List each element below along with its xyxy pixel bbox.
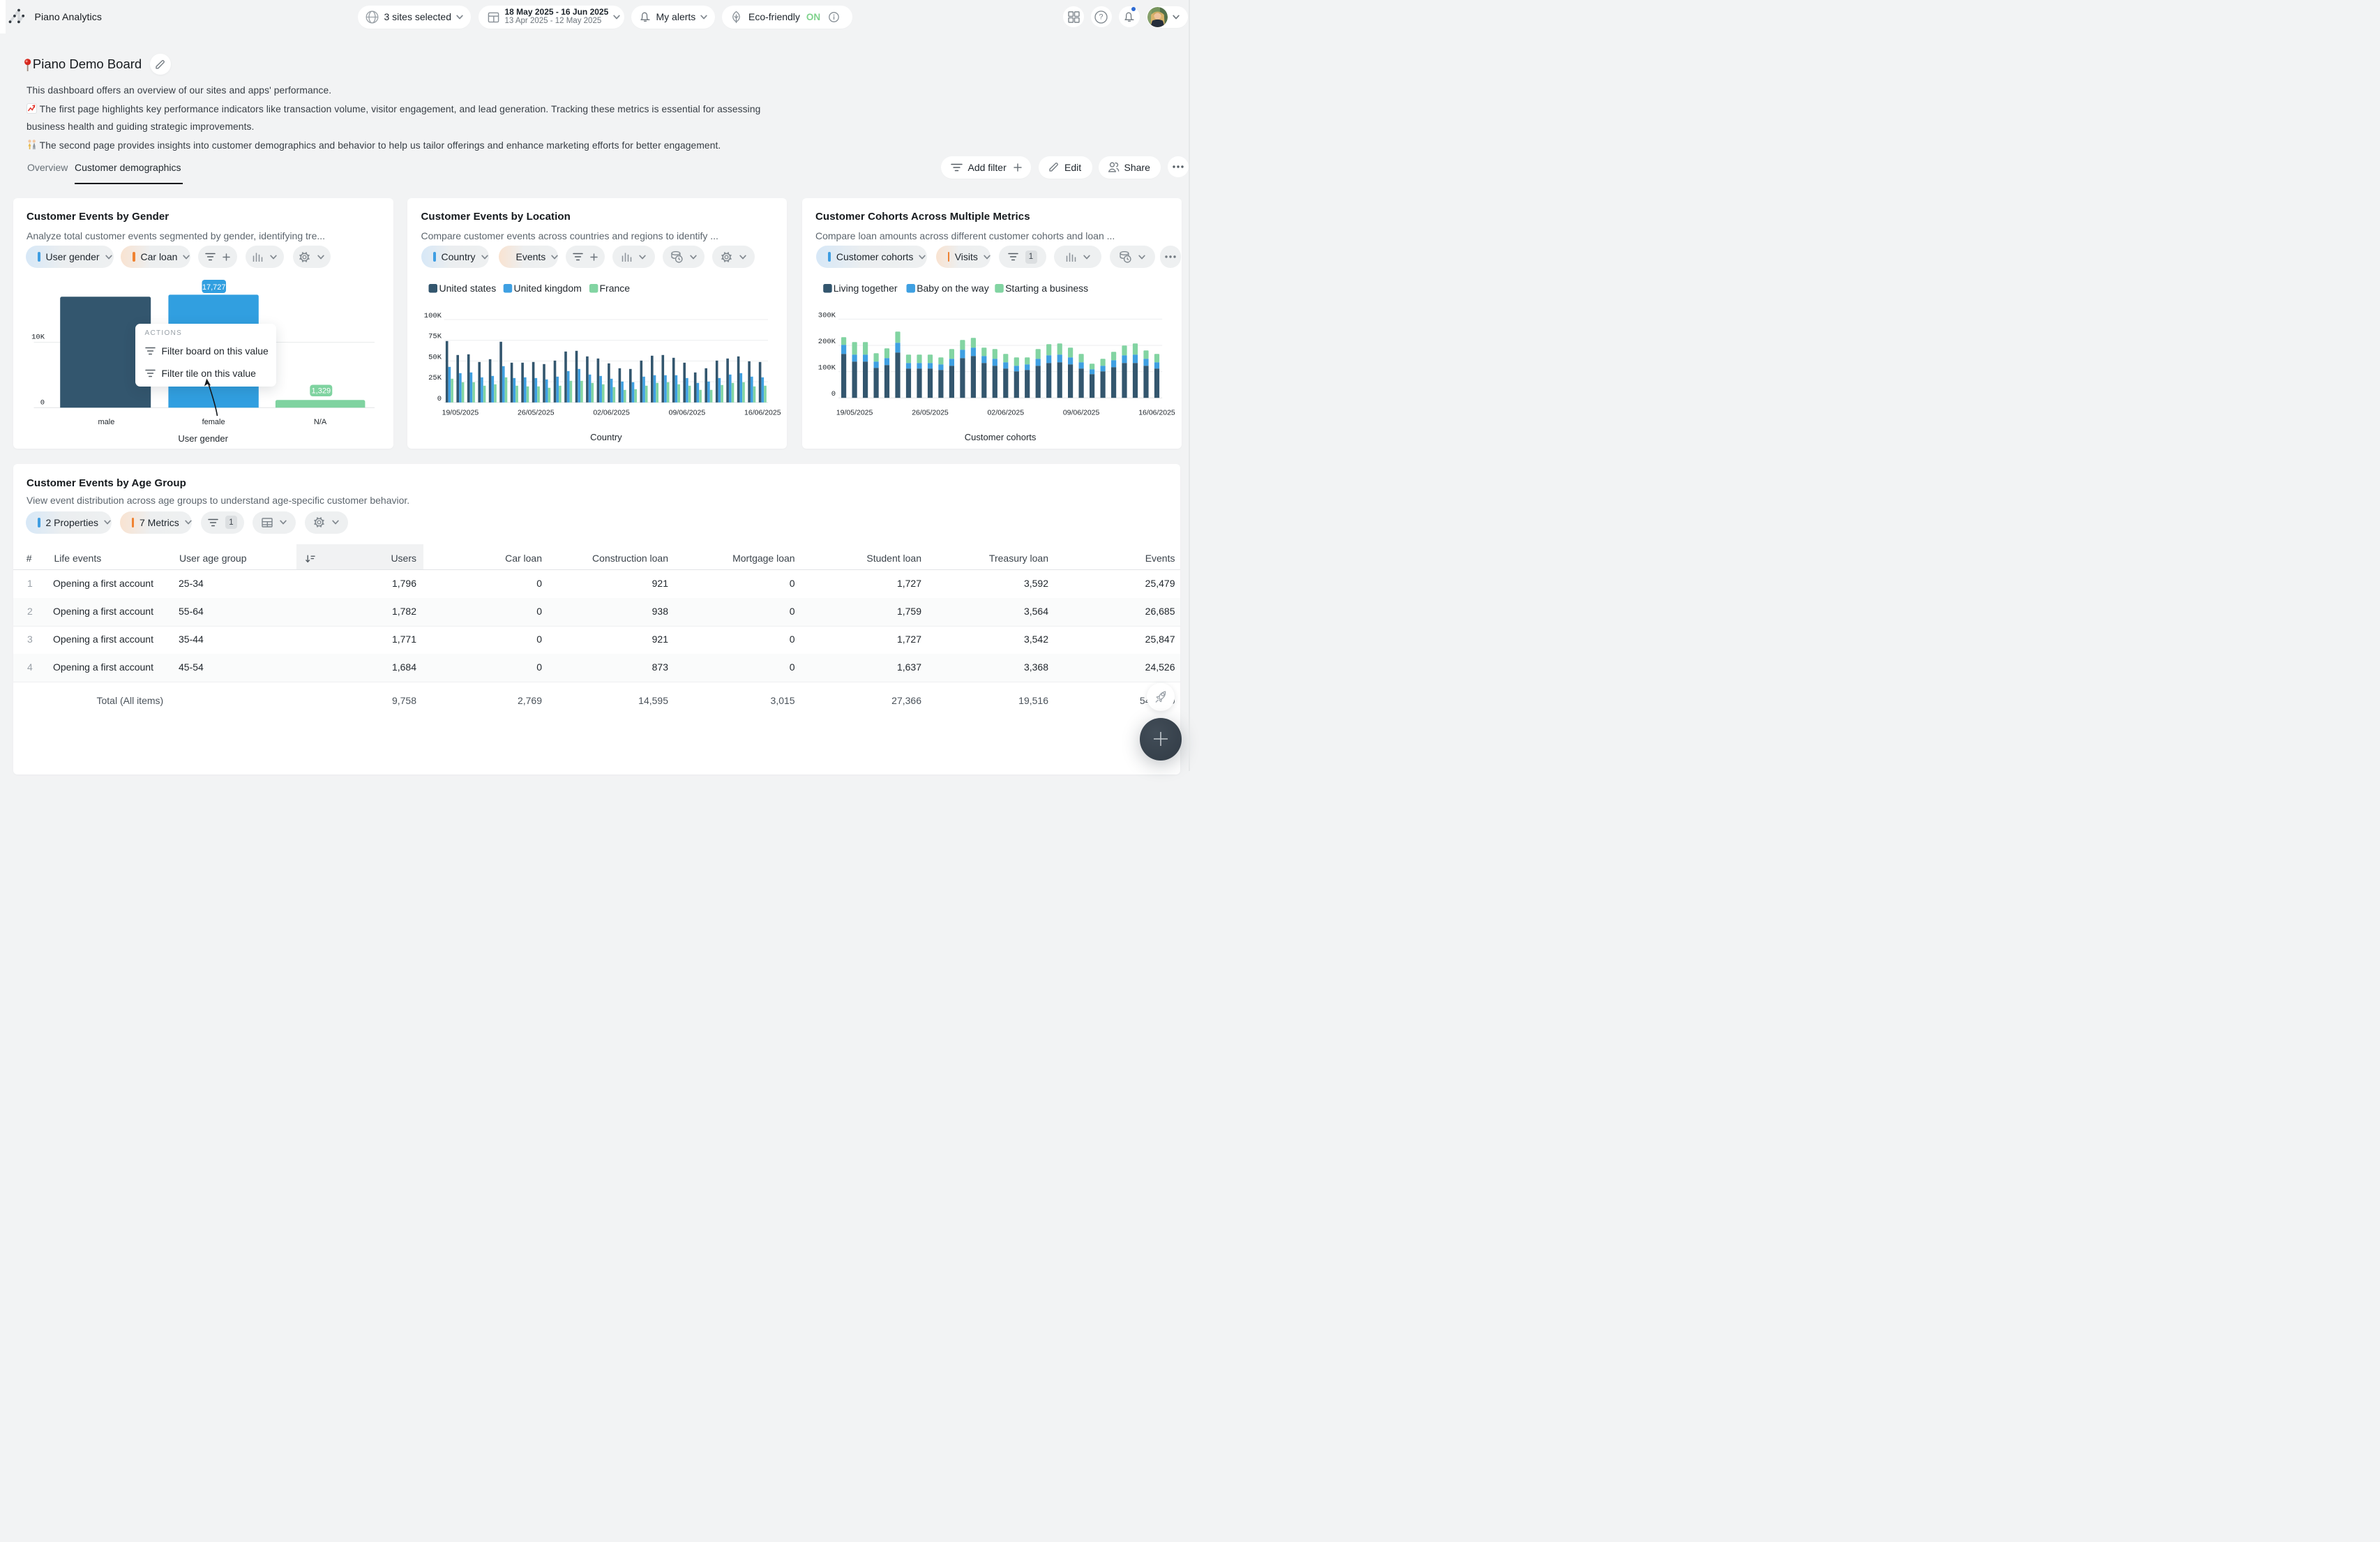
svg-text:17,727: 17,727 [202, 283, 225, 292]
svg-text:male: male [98, 418, 114, 426]
svg-text:10K: 10K [31, 334, 45, 342]
svg-text:16/06/2025: 16/06/2025 [744, 409, 781, 417]
svg-text:France: France [600, 283, 631, 294]
svg-text:0: 0 [40, 398, 44, 407]
svg-text:26/05/2025: 26/05/2025 [912, 409, 949, 417]
svg-text:0: 0 [831, 390, 835, 398]
svg-text:02/06/2025: 02/06/2025 [593, 409, 630, 417]
svg-text:50K: 50K [428, 353, 442, 361]
svg-text:100K: 100K [818, 364, 836, 373]
svg-text:Living together: Living together [833, 283, 897, 294]
svg-text:16/06/2025: 16/06/2025 [1138, 409, 1175, 417]
svg-text:Country: Country [590, 432, 622, 442]
svg-text:?: ? [1099, 13, 1104, 22]
svg-text:Baby on the way: Baby on the way [917, 283, 989, 294]
svg-text:25K: 25K [428, 374, 442, 382]
svg-text:300K: 300K [818, 311, 836, 320]
svg-text:Customer cohorts: Customer cohorts [964, 432, 1036, 442]
svg-text:75K: 75K [428, 333, 442, 341]
svg-text:26/05/2025: 26/05/2025 [518, 409, 555, 417]
svg-text:United kingdom: United kingdom [514, 283, 582, 294]
svg-text:1,329: 1,329 [311, 387, 331, 396]
svg-text:0: 0 [437, 395, 442, 403]
svg-text:100K: 100K [424, 312, 442, 320]
svg-text:United states: United states [439, 283, 497, 294]
svg-text:N/A: N/A [313, 418, 326, 426]
svg-text:02/06/2025: 02/06/2025 [987, 409, 1024, 417]
svg-text:19/05/2025: 19/05/2025 [836, 409, 873, 417]
svg-text:09/06/2025: 09/06/2025 [1062, 409, 1099, 417]
svg-text:Starting a business: Starting a business [1005, 283, 1088, 294]
svg-text:200K: 200K [818, 338, 836, 346]
svg-text:09/06/2025: 09/06/2025 [669, 409, 706, 417]
svg-text:User gender: User gender [178, 433, 228, 444]
svg-text:19/05/2025: 19/05/2025 [442, 409, 479, 417]
